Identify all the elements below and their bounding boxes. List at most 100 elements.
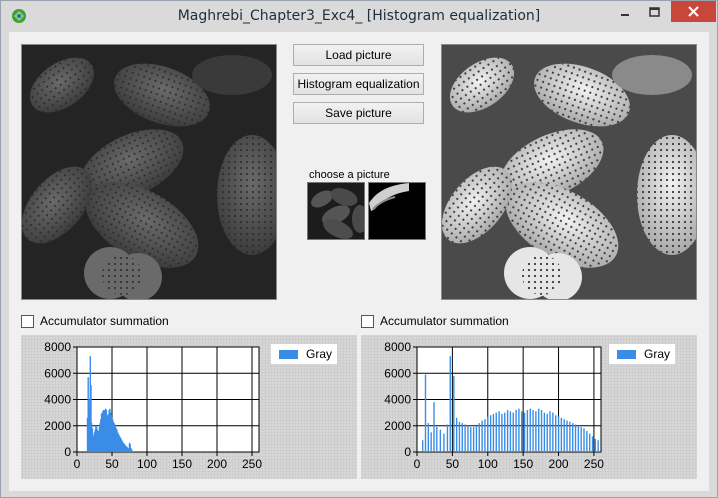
histogram-bar bbox=[427, 423, 430, 452]
close-button[interactable] bbox=[671, 1, 716, 22]
legend-swatch bbox=[279, 349, 298, 359]
right-accumulator-checkbox-row[interactable]: Accumulator summation bbox=[361, 314, 509, 328]
histogram-bar bbox=[549, 411, 551, 452]
y-tick-label: 0 bbox=[404, 445, 411, 459]
histogram-bar bbox=[458, 421, 461, 452]
maximize-button[interactable] bbox=[641, 1, 668, 22]
histogram-bar bbox=[535, 411, 537, 452]
y-tick-label: 8000 bbox=[384, 340, 411, 354]
choose-picture-label: choose a picture bbox=[309, 169, 390, 181]
histogram-bar bbox=[560, 417, 563, 452]
right-accumulator-checkbox[interactable] bbox=[361, 314, 374, 328]
thumbnail-fracture[interactable] bbox=[368, 182, 426, 240]
right-accumulator-label: Accumulator summation bbox=[380, 314, 509, 328]
y-tick-label: 2000 bbox=[44, 419, 71, 433]
histogram-bar bbox=[504, 412, 506, 452]
histogram-bar bbox=[512, 412, 514, 452]
legend-label: Gray bbox=[644, 347, 671, 361]
histogram-bar bbox=[489, 415, 492, 452]
app-window: Maghrebi_Chapter3_Exc4_ [Histogram equal… bbox=[0, 0, 718, 498]
histogram-bar bbox=[586, 431, 588, 452]
histogram-bar bbox=[555, 415, 557, 452]
histogram-bar bbox=[472, 427, 475, 452]
window-title: Maghrebi_Chapter3_Exc4_ [Histogram equal… bbox=[177, 8, 541, 24]
save-picture-button[interactable]: Save picture bbox=[293, 102, 424, 124]
histogram-bar bbox=[443, 433, 445, 452]
histogram-bar bbox=[467, 425, 469, 452]
thumbnail-pollen-image bbox=[308, 183, 364, 239]
histogram-bar bbox=[455, 417, 458, 452]
histogram-bar bbox=[574, 424, 577, 452]
legend-label: Gray bbox=[306, 347, 333, 361]
x-tick-label: 250 bbox=[242, 457, 262, 471]
original-picture-image bbox=[22, 45, 276, 299]
minimize-icon bbox=[620, 13, 629, 16]
y-tick-label: 2000 bbox=[384, 419, 411, 433]
histogram-bar bbox=[424, 374, 427, 452]
close-icon bbox=[688, 6, 699, 17]
minimize-button[interactable] bbox=[611, 1, 638, 22]
histogram-bar bbox=[523, 412, 526, 452]
original-picture[interactable] bbox=[21, 44, 277, 300]
histogram-bar bbox=[591, 436, 594, 452]
load-picture-button[interactable]: Load picture bbox=[293, 44, 424, 66]
histogram-bar bbox=[577, 425, 580, 452]
equalized-picture[interactable] bbox=[441, 44, 697, 300]
left-accumulator-checkbox[interactable] bbox=[21, 314, 34, 328]
histogram-bar bbox=[498, 411, 500, 452]
histogram-bar bbox=[501, 413, 503, 452]
histogram-bar bbox=[433, 402, 435, 452]
histogram-bar bbox=[495, 412, 497, 452]
histogram-bar bbox=[566, 420, 568, 452]
x-tick-label: 0 bbox=[74, 457, 81, 471]
histogram-bar bbox=[492, 413, 495, 452]
thumbnail-fracture-image bbox=[369, 183, 409, 239]
histogram-bar bbox=[509, 411, 512, 452]
histogram-bar bbox=[543, 412, 546, 452]
histogram-bar bbox=[481, 420, 483, 452]
histogram-equalization-button[interactable]: Histogram equalization bbox=[293, 73, 424, 95]
y-tick-label: 4000 bbox=[44, 393, 71, 407]
x-tick-label: 50 bbox=[446, 457, 460, 471]
histogram-bar bbox=[538, 408, 540, 452]
maximize-icon bbox=[649, 6, 660, 17]
x-tick-label: 200 bbox=[207, 457, 227, 471]
histogram-bar bbox=[464, 424, 466, 452]
histogram-bar bbox=[580, 427, 582, 452]
thumbnail-pollen[interactable] bbox=[307, 182, 365, 240]
y-tick-label: 4000 bbox=[384, 393, 411, 407]
histogram-bar bbox=[461, 423, 463, 452]
histogram-bar bbox=[529, 408, 531, 452]
x-tick-label: 0 bbox=[414, 457, 421, 471]
histogram-bar bbox=[430, 432, 432, 452]
y-tick-label: 6000 bbox=[384, 366, 411, 380]
histogram-bar bbox=[470, 427, 472, 452]
x-tick-label: 150 bbox=[513, 457, 533, 471]
histogram-bar bbox=[439, 429, 442, 452]
histogram-bar bbox=[526, 410, 529, 452]
title-bar[interactable]: Maghrebi_Chapter3_Exc4_ [Histogram equal… bbox=[1, 1, 717, 32]
histogram-bar bbox=[546, 413, 548, 452]
histogram-bar bbox=[446, 424, 449, 452]
histogram-bar bbox=[478, 423, 480, 452]
histogram-bar bbox=[449, 356, 451, 452]
histogram-bar bbox=[484, 419, 486, 452]
x-tick-label: 200 bbox=[549, 457, 569, 471]
histogram-bar bbox=[532, 410, 534, 452]
equalized-picture-image bbox=[442, 45, 696, 299]
histogram-bar bbox=[475, 425, 478, 452]
histogram-bar bbox=[569, 421, 571, 452]
histogram-bar bbox=[588, 433, 591, 452]
left-accumulator-label: Accumulator summation bbox=[40, 314, 169, 328]
equalized-histogram-chart: 0 50 100 150 200 250 0 2000 4000 6000 8000 Gray bbox=[361, 335, 697, 479]
x-tick-label: 50 bbox=[105, 457, 119, 471]
histogram-bar bbox=[436, 427, 438, 452]
x-tick-label: 100 bbox=[137, 457, 157, 471]
histogram-bar bbox=[552, 412, 554, 452]
histogram-bar bbox=[515, 410, 517, 452]
original-histogram-legend: Gray bbox=[271, 344, 337, 364]
histogram-bar bbox=[583, 428, 585, 452]
left-accumulator-checkbox-row[interactable]: Accumulator summation bbox=[21, 314, 169, 328]
histogram-bar bbox=[487, 416, 489, 452]
histogram-bar bbox=[518, 408, 520, 452]
